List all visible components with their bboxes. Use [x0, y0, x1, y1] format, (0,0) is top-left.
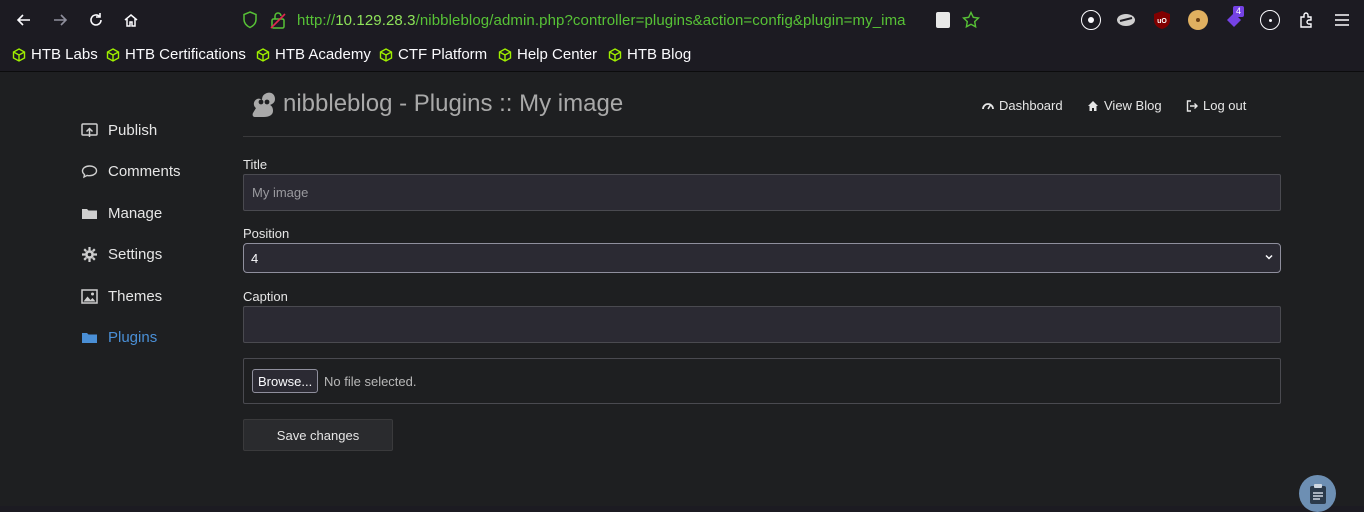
no-file-text: No file selected.	[324, 374, 417, 389]
sidebar-item-settings[interactable]: Settings	[81, 246, 162, 263]
comment-icon	[81, 164, 98, 179]
bookmark-label: HTB Labs	[31, 46, 98, 63]
menu-icon[interactable]	[1332, 10, 1352, 30]
back-icon[interactable]	[13, 9, 35, 31]
sidebar-item-label: Manage	[108, 205, 163, 222]
title-label: Title	[243, 157, 268, 172]
bookmark-label: HTB Blog	[627, 46, 692, 63]
bookmark-help-center[interactable]: Help Center	[498, 46, 597, 63]
hackbar-icon[interactable]	[1116, 10, 1136, 30]
nav-dashboard[interactable]: Dashboard	[982, 98, 1063, 113]
file-upload: Browse... No file selected.	[243, 358, 1281, 404]
page-title: nibbleblog - Plugins :: My image	[283, 90, 624, 117]
sidebar-item-plugins[interactable]: Plugins	[81, 329, 157, 346]
sidebar-item-label: Comments	[108, 163, 181, 180]
bookmark-label: CTF Platform	[398, 46, 488, 63]
bookmark-ctf-platform[interactable]: CTF Platform	[379, 46, 487, 63]
chevron-down-icon	[1264, 251, 1274, 265]
forward-icon[interactable]	[49, 9, 71, 31]
gear-icon	[81, 247, 98, 262]
cookie-editor-icon[interactable]	[1260, 10, 1280, 30]
bookmark-htb-labs[interactable]: HTB Labs	[12, 46, 98, 63]
position-label: Position	[243, 226, 290, 241]
position-value: 4	[251, 250, 259, 266]
home-icon[interactable]	[120, 9, 142, 31]
url-text[interactable]: http://10.129.28.3/nibbleblog/admin.php?…	[297, 12, 928, 29]
reload-icon[interactable]	[85, 9, 107, 31]
url-path: /nibbleblog/admin.php?controller=plugins…	[415, 12, 906, 29]
bookmarks-bar: HTB Labs HTB Certifications HTB Academy …	[0, 40, 1364, 72]
nav-log-out[interactable]: Log out	[1186, 98, 1246, 113]
cube-icon	[256, 47, 270, 62]
shield-icon[interactable]	[242, 11, 258, 34]
sidebar-item-label: Publish	[108, 122, 158, 139]
nav-view-blog[interactable]: View Blog	[1087, 98, 1162, 113]
sidebar-item-label: Settings	[108, 246, 163, 263]
folder-icon	[81, 206, 98, 221]
sidebar-item-manage[interactable]: Manage	[81, 205, 162, 222]
sidebar-item-label: Themes	[108, 288, 163, 305]
title-input[interactable]	[243, 174, 1281, 211]
page-icon[interactable]	[936, 12, 950, 28]
caption-input[interactable]	[243, 306, 1281, 343]
nibbleblog-logo-icon	[252, 92, 275, 117]
header-divider	[243, 136, 1281, 137]
star-icon[interactable]	[961, 10, 981, 34]
extension-badge: 4	[1233, 6, 1245, 17]
nav-label: Dashboard	[999, 98, 1063, 113]
browse-button[interactable]: Browse...	[252, 369, 319, 393]
nav-label: Log out	[1203, 98, 1247, 113]
sidebar-item-publish[interactable]: Publish	[81, 122, 157, 139]
bookmark-htb-academy[interactable]: HTB Academy	[256, 46, 371, 63]
bookmark-label: Help Center	[517, 46, 598, 63]
caption-label: Caption	[243, 289, 288, 304]
bookmark-htb-blog[interactable]: HTB Blog	[608, 46, 691, 63]
svg-text:uO: uO	[1157, 18, 1167, 25]
cube-icon	[498, 47, 512, 62]
bookmark-label: HTB Academy	[275, 46, 371, 63]
url-bar[interactable]: http://10.129.28.3/nibbleblog/admin.php?…	[234, 4, 994, 36]
account-icon[interactable]	[1081, 10, 1101, 30]
cube-icon	[12, 47, 26, 62]
cookie-icon[interactable]	[1188, 10, 1208, 30]
sidebar-item-label: Plugins	[108, 329, 158, 346]
ublock-icon[interactable]: uO	[1152, 10, 1172, 30]
bookmark-htb-certifications[interactable]: HTB Certifications	[106, 46, 246, 63]
home-icon	[1088, 100, 1098, 111]
url-prefix: http://	[297, 12, 336, 29]
clipboard-icon[interactable]	[1299, 475, 1336, 512]
dashboard-icon	[982, 102, 994, 109]
sidebar-item-themes[interactable]: Themes	[81, 288, 162, 305]
browser-toolbar: http://10.129.28.3/nibbleblog/admin.php?…	[0, 0, 1364, 40]
extensions-icon[interactable]	[1296, 10, 1316, 30]
folder-icon	[81, 330, 98, 345]
cube-icon	[379, 47, 393, 62]
image-icon	[81, 289, 98, 304]
bookmark-label: HTB Certifications	[125, 46, 246, 63]
url-host: 10.129.28.3	[335, 12, 416, 29]
cube-icon	[106, 47, 120, 62]
sidebar-item-comments[interactable]: Comments	[81, 163, 181, 180]
save-changes-button[interactable]: Save changes	[243, 419, 393, 451]
position-select[interactable]: 4	[243, 243, 1281, 273]
cube-icon	[608, 47, 622, 62]
page-content: Publish Comments Manage Settings Themes …	[0, 72, 1364, 512]
publish-icon	[81, 123, 98, 138]
nav-label: View Blog	[1104, 98, 1162, 113]
insecure-lock-icon[interactable]	[270, 11, 286, 34]
logout-icon	[1186, 99, 1198, 112]
